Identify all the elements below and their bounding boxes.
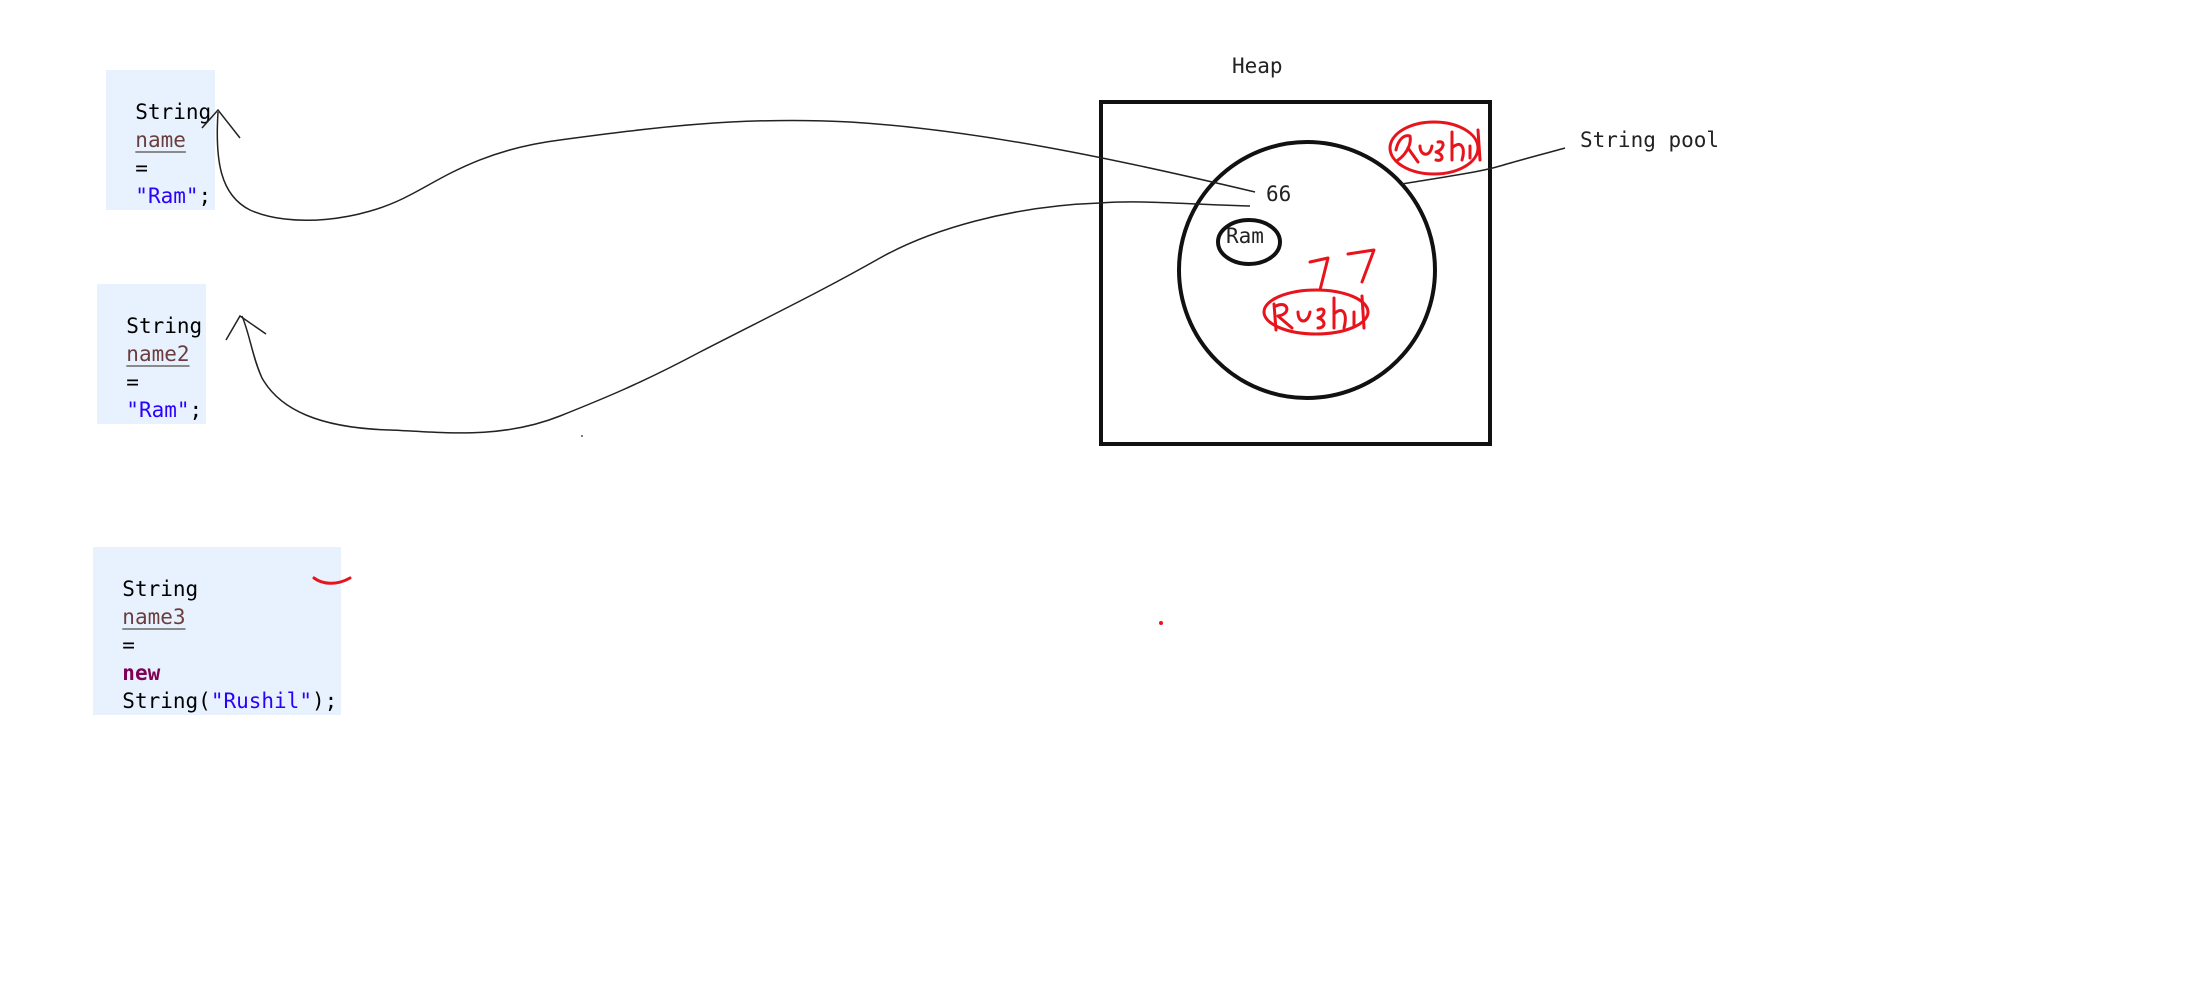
new-keyword-underline	[312, 576, 352, 585]
handwritten-annotations	[312, 120, 1482, 585]
stray-dot	[581, 435, 583, 437]
heap-rushil-scribble	[1272, 294, 1366, 332]
reference-arrow-name2	[241, 201, 1251, 434]
pool-rushil-scribble	[1394, 128, 1482, 164]
heap-rushil-loop	[1262, 288, 1370, 336]
handwritten-77	[1308, 248, 1376, 292]
diagram-drawing	[201, 100, 1566, 625]
arrowhead-name	[201, 108, 241, 139]
string-pool-circle	[1177, 140, 1437, 400]
red-dot	[1159, 621, 1163, 625]
heap-box	[1099, 100, 1492, 446]
ram-object-circle	[1216, 218, 1282, 266]
pool-rushil-loop	[1388, 120, 1480, 176]
